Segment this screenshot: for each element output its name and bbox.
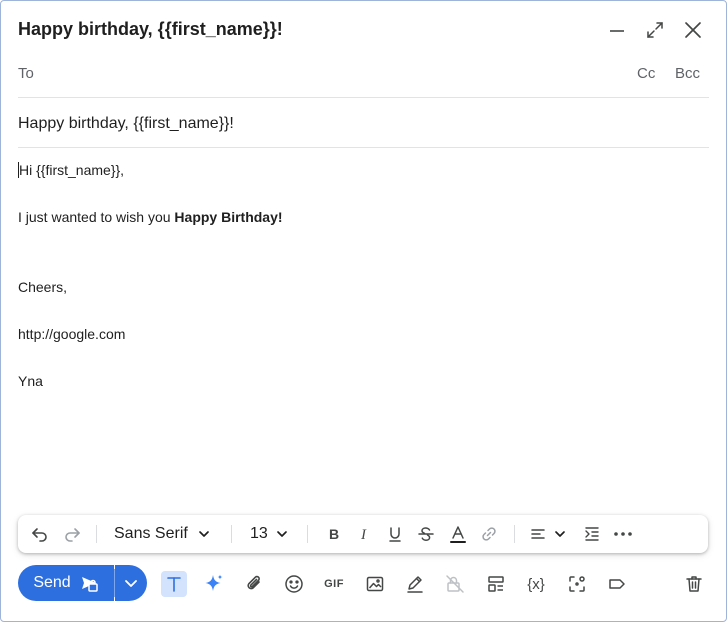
- separator: [96, 525, 97, 543]
- insert-gif-button[interactable]: GIF: [321, 571, 347, 597]
- minimize-icon: [610, 30, 624, 32]
- ai-assist-button[interactable]: [201, 571, 227, 597]
- svg-text:I: I: [360, 527, 367, 542]
- gif-icon: GIF: [324, 578, 344, 590]
- insert-link-button[interactable]: [479, 524, 499, 544]
- strikethrough-button[interactable]: [416, 524, 436, 544]
- body-link[interactable]: http://google.com: [18, 326, 125, 342]
- subject-field[interactable]: Happy birthday, {{first_name}}!: [18, 115, 234, 133]
- signature-button[interactable]: [402, 571, 428, 597]
- font-size-select[interactable]: 13: [250, 524, 290, 544]
- body-signature: Yna: [18, 373, 43, 389]
- divider: [18, 147, 709, 148]
- text-color-icon: [450, 526, 466, 543]
- pen-icon: [407, 576, 423, 593]
- redo-icon: [65, 528, 80, 542]
- scan-chip-icon: [569, 576, 585, 592]
- to-field[interactable]: To: [18, 65, 34, 82]
- italic-button[interactable]: I: [354, 524, 374, 544]
- undo-button[interactable]: [30, 524, 50, 544]
- bold-text: Happy Birthday!: [174, 209, 283, 225]
- sparkle-icon: [205, 574, 223, 591]
- underline-button[interactable]: [385, 524, 405, 544]
- bold-icon: B: [329, 526, 339, 542]
- formatting-options-button[interactable]: [161, 571, 187, 597]
- label-icon: [609, 579, 625, 589]
- body-sign-off: Cheers,: [18, 279, 68, 295]
- more-horizontal-icon: [614, 532, 632, 536]
- svg-text:B: B: [329, 526, 339, 542]
- undo-icon: [32, 528, 47, 542]
- link-icon: [482, 527, 496, 541]
- paperclip-icon: [247, 575, 260, 590]
- send-button[interactable]: Send: [18, 565, 114, 601]
- lock-clock-icon: [446, 575, 464, 593]
- chevron-down-icon: [125, 580, 137, 587]
- close-button[interactable]: [681, 18, 705, 42]
- insert-variable-button[interactable]: {x}: [523, 571, 549, 597]
- layouts-button[interactable]: [483, 571, 509, 597]
- text-color-button[interactable]: [448, 524, 468, 544]
- separator: [231, 525, 232, 543]
- chevron-down-icon: [555, 531, 565, 537]
- insert-emoji-button[interactable]: [281, 571, 307, 597]
- confidential-mode-button[interactable]: [442, 571, 468, 597]
- window-title: Happy birthday, {{first_name}}!: [18, 19, 283, 39]
- close-icon: [685, 22, 701, 38]
- body-greeting: Hi {{first_name}},: [18, 162, 125, 178]
- trash-icon: [686, 576, 702, 592]
- emoji-icon: [285, 575, 303, 593]
- align-select[interactable]: [530, 524, 570, 544]
- underline-icon: [389, 527, 401, 542]
- indent-icon: [585, 527, 599, 541]
- minimize-button[interactable]: [605, 18, 629, 42]
- expand-button[interactable]: [643, 18, 667, 42]
- image-icon: [366, 576, 384, 592]
- formatting-toolbar: Sans Serif 13 B I: [18, 515, 708, 553]
- text-format-icon: [167, 577, 181, 592]
- insert-photo-button[interactable]: [362, 571, 388, 597]
- body-line: I just wanted to wish you Happy Birthday…: [18, 209, 283, 225]
- expand-icon: [647, 22, 663, 38]
- align-left-icon: [531, 529, 545, 539]
- smart-chip-button[interactable]: [564, 571, 590, 597]
- strikethrough-icon: [418, 527, 434, 541]
- divider: [18, 97, 709, 98]
- send-split-divider: [114, 569, 115, 597]
- send-secure-icon: [81, 577, 98, 592]
- layout-icon: [488, 576, 504, 592]
- more-formatting-button[interactable]: [612, 524, 634, 544]
- label-button[interactable]: [604, 571, 630, 597]
- discard-draft-button[interactable]: [681, 571, 707, 597]
- separator: [307, 525, 308, 543]
- indent-button[interactable]: [582, 524, 602, 544]
- chevron-down-icon: [198, 531, 209, 537]
- variable-icon: {x}: [527, 575, 545, 593]
- cc-button[interactable]: Cc: [637, 65, 655, 82]
- redo-button[interactable]: [62, 524, 82, 544]
- attach-file-button[interactable]: [242, 571, 268, 597]
- separator: [514, 525, 515, 543]
- bold-button[interactable]: B: [323, 524, 343, 544]
- font-family-select[interactable]: Sans Serif: [114, 524, 216, 544]
- bcc-button[interactable]: Bcc: [675, 65, 700, 82]
- chevron-down-icon: [276, 531, 287, 537]
- italic-icon: I: [360, 527, 367, 542]
